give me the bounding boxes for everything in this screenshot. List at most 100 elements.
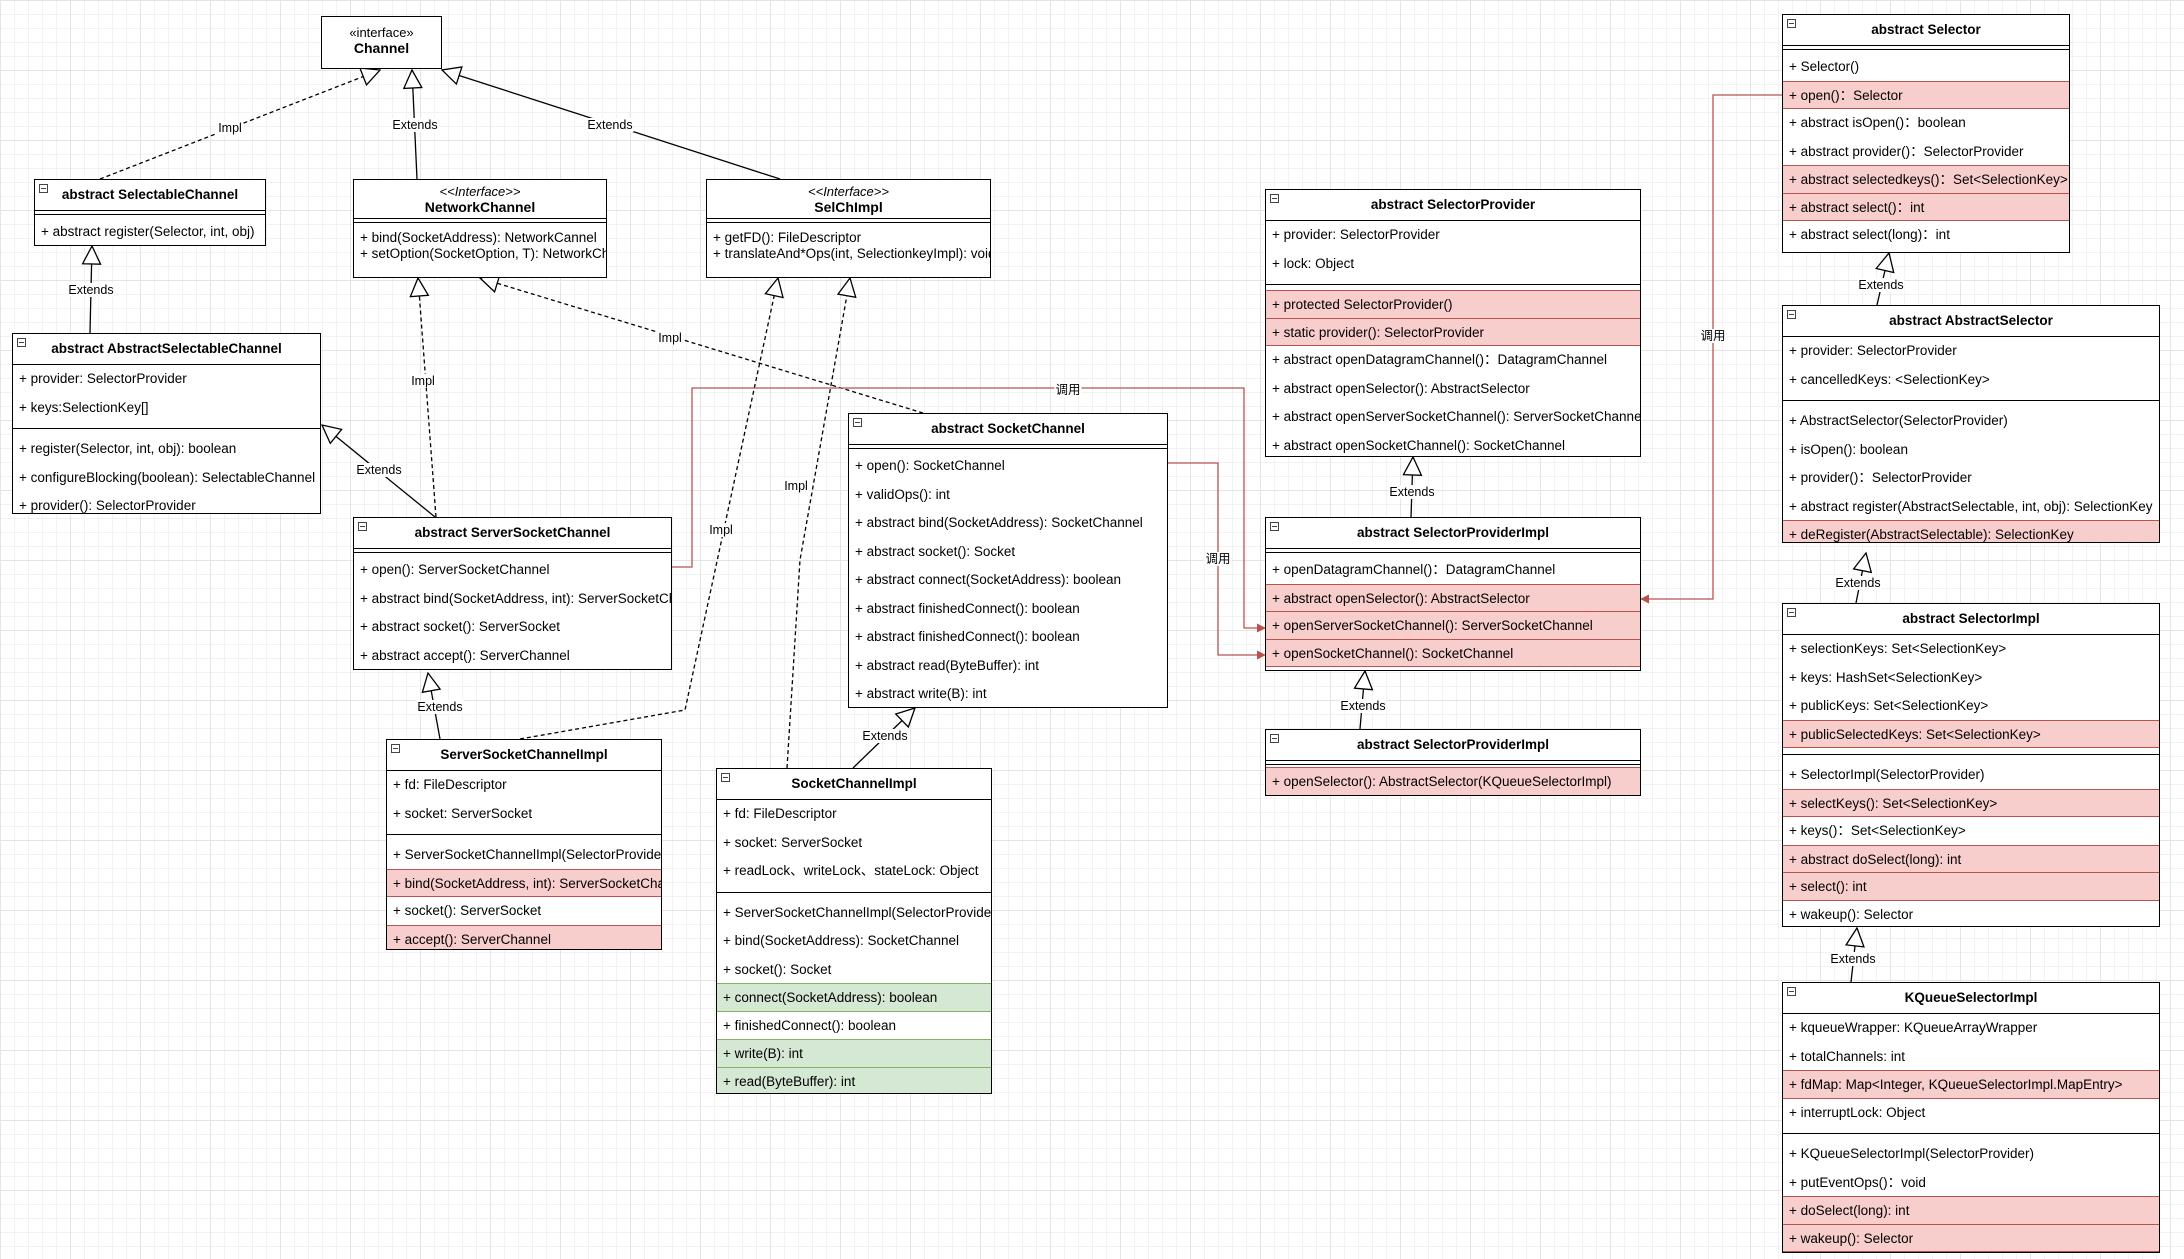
field-text: + interruptLock: Object xyxy=(1789,1104,1926,1120)
server-socket-channel-impl-method-2: + bind(SocketAddress, int): ServerSocket… xyxy=(387,868,661,897)
server-socket-channel-impl-class[interactable]: ServerSocketChannelImpl + fd: FileDescrip… xyxy=(386,739,662,950)
selector-impl-method-3: + keys()：Set<SelectionKey> xyxy=(1783,817,2159,846)
field-text: + cancelledKeys: <SelectionKey> xyxy=(1789,371,1990,387)
selectable-channel-class[interactable]: abstract SelectableChannel + abstract reg… xyxy=(34,179,266,246)
field-text: + socket: ServerSocket xyxy=(723,834,863,850)
edge-label: 调用 xyxy=(1699,329,1727,343)
selector-impl-class[interactable]: abstract SelectorImpl + selectionKeys: Se… xyxy=(1782,603,2160,927)
selector-provider-impl-method-3: + openServerSocketChannel(): ServerSocke… xyxy=(1266,611,1640,640)
method-text: + abstract bind(SocketAddress, int): Ser… xyxy=(360,590,671,606)
collapse-icon[interactable] xyxy=(1787,608,1796,617)
method-text: + register(Selector, int, obj): boolean xyxy=(19,441,237,456)
class-header: <<Interface>> SelChImpl xyxy=(707,180,990,218)
abstract-selector-class[interactable]: abstract AbstractSelector + provider: Sel… xyxy=(1782,305,2160,543)
collapse-icon[interactable] xyxy=(1270,734,1279,743)
selector-impl-method-2: + selectKeys(): Set<SelectionKey> xyxy=(1783,788,2159,817)
abstract-selectable-channel-class[interactable]: abstract AbstractSelectableChannel + prov… xyxy=(12,333,321,514)
selchimpl-class[interactable]: <<Interface>> SelChImpl + getFD(): FileDes… xyxy=(706,179,991,278)
method-text: + keys()：Set<SelectionKey> xyxy=(1789,823,1966,838)
selector-provider-class[interactable]: abstract SelectorProvider + provider: Sel… xyxy=(1265,189,1641,457)
method-text: + KQueueSelectorImpl(SelectorProvider) xyxy=(1789,1146,2034,1161)
collapse-icon[interactable] xyxy=(1787,310,1796,319)
method-text: + read(ByteBuffer): int xyxy=(723,1073,856,1089)
socket-channel-impl-class[interactable]: SocketChannelImpl + fd: FileDescriptor + s… xyxy=(716,768,992,1094)
stereotype: <<Interface>> xyxy=(439,184,521,199)
class-name: abstract SocketChannel xyxy=(931,421,1085,436)
field-text: + kqueueWrapper: KQueueArrayWrapper xyxy=(1789,1020,2038,1035)
collapse-icon[interactable] xyxy=(358,522,367,531)
selector-provider-method-6: + abstract openSocketChannel(): SocketCh… xyxy=(1266,432,1640,457)
method-text: + AbstractSelector(SelectorProvider) xyxy=(1789,413,2008,428)
collapse-icon[interactable] xyxy=(853,418,862,427)
method-text: + provider()：SelectorProvider xyxy=(1789,470,1972,485)
channel-class[interactable]: «interface» Channel xyxy=(321,16,442,69)
section-divider xyxy=(387,834,661,835)
abstract-selectable-channel-method-3: + provider(): SelectorProvider xyxy=(13,492,320,513)
edge-label: Extends xyxy=(1829,952,1877,966)
network-channel-class[interactable]: <<Interface>> NetworkChannel + bind(Socket… xyxy=(353,179,607,278)
field-text: + fd: FileDescriptor xyxy=(723,806,837,821)
collapse-icon[interactable] xyxy=(721,773,730,782)
socket-channel-method-8: + abstract read(ByteBuffer): int xyxy=(849,652,1167,681)
method-text: + openSocketChannel(): SocketChannel xyxy=(1272,645,1514,661)
method-text: + bind(SocketAddress): SocketChannel xyxy=(723,933,960,948)
kqueue-selector-impl-field-4: + interruptLock: Object xyxy=(1783,1099,2159,1128)
field-text: + selectionKeys: Set<SelectionKey> xyxy=(1789,641,2007,656)
class-header: abstract Selector xyxy=(1783,15,2069,45)
method-text: + wakeup(): Selector xyxy=(1789,906,1914,922)
abstract-selector-method-3: + provider()：SelectorProvider xyxy=(1783,464,2159,493)
method-text: + getFD(): FileDescriptor xyxy=(713,230,862,245)
collapse-icon[interactable] xyxy=(1787,19,1796,28)
selector-provider-impl-2-method-1: + openSelector(): AbstractSelector(KQueu… xyxy=(1266,767,1640,795)
class-header: abstract AbstractSelectableChannel xyxy=(13,334,320,364)
socket-channel-method-7: + abstract finishedConnect(): boolean xyxy=(849,623,1167,652)
method-text: + wakeup(): Selector xyxy=(1789,1230,1914,1246)
stereotype: <<Interface>> xyxy=(808,184,889,199)
collapse-icon[interactable] xyxy=(17,338,26,347)
class-name: ServerSocketChannelImpl xyxy=(440,747,608,762)
selector-impl-method-5: + select(): int xyxy=(1783,872,2159,901)
method-text: + translateAnd*Ops(int, SelectionkeyImpl… xyxy=(713,246,991,261)
selector-provider-impl-method-4: + openSocketChannel(): SocketChannel xyxy=(1266,638,1640,667)
collapse-icon[interactable] xyxy=(1787,987,1796,996)
collapse-icon[interactable] xyxy=(1270,194,1279,203)
selector-provider-impl-2-class[interactable]: abstract SelectorProviderImpl + openSelec… xyxy=(1265,729,1641,796)
selector-method-7: + abstract select(long)：int xyxy=(1783,221,2069,250)
server-socket-channel-impl-method-1: + ServerSocketChannelImpl(SelectorProvid… xyxy=(387,841,661,870)
method-text: + socket(): Socket xyxy=(723,961,832,977)
method-text: + abstract openSelector(): AbstractSelec… xyxy=(1272,590,1530,606)
class-header: abstract SelectorProviderImpl xyxy=(1266,730,1640,760)
class-name: abstract SelectorImpl xyxy=(1902,611,2040,626)
class-header: <<Interface>> NetworkChannel xyxy=(354,180,606,218)
method-text: + abstract openSocketChannel(): SocketCh… xyxy=(1272,437,1566,453)
class-header: SocketChannelImpl xyxy=(717,769,991,799)
method-text: + ServerSocketChannelImpl(SelectorProvid… xyxy=(723,904,991,920)
collapse-icon[interactable] xyxy=(1270,522,1279,531)
method-text: + abstract openSelector(): AbstractSelec… xyxy=(1272,380,1530,396)
server-socket-channel-method-2: + abstract bind(SocketAddress, int): Ser… xyxy=(354,585,671,614)
class-header: abstract AbstractSelector xyxy=(1783,306,2159,336)
selector-class[interactable]: abstract Selector + Selector() + open()：Se… xyxy=(1782,14,2070,253)
abstract-selectable-channel-method-1: + register(Selector, int, obj): boolean xyxy=(13,435,320,464)
method-text: + abstract socket(): ServerSocket xyxy=(360,619,560,634)
selector-impl-field-1: + selectionKeys: Set<SelectionKey> xyxy=(1783,635,2159,664)
socket-channel-class[interactable]: abstract SocketChannel + open(): SocketCh… xyxy=(848,413,1168,708)
method-text: + abstract select(long)：int xyxy=(1789,227,1950,242)
kqueue-selector-impl-class[interactable]: KQueueSelectorImpl + kqueueWrapper: KQueu… xyxy=(1782,982,2160,1253)
socket-channel-impl-method-5: + finishedConnect(): boolean xyxy=(717,1012,991,1041)
method-text: + finishedConnect(): boolean xyxy=(723,1017,896,1033)
edge-label: Impl xyxy=(708,523,734,537)
collapse-icon[interactable] xyxy=(39,184,48,193)
class-name: KQueueSelectorImpl xyxy=(1904,990,2038,1005)
method-text: + abstract openServerSocketChannel(): Se… xyxy=(1272,409,1640,424)
method-text: + abstract bind(SocketAddress): SocketCh… xyxy=(855,515,1143,530)
selector-provider-method-2: + static provider(): SelectorProvider xyxy=(1266,317,1640,346)
selector-provider-impl-class[interactable]: abstract SelectorProviderImpl + openDatag… xyxy=(1265,517,1641,671)
class-name: abstract SelectorProviderImpl xyxy=(1356,737,1550,752)
server-socket-channel-class[interactable]: abstract ServerSocketChannel + open(): Se… xyxy=(353,517,672,670)
selector-impl-field-4: + publicSelectedKeys: Set<SelectionKey> xyxy=(1783,719,2159,748)
class-name: abstract SelectorProviderImpl xyxy=(1356,525,1550,540)
field-text: + keys: HashSet<SelectionKey> xyxy=(1789,669,1983,685)
selector-provider-method-4: + abstract openSelector(): AbstractSelec… xyxy=(1266,375,1640,404)
collapse-icon[interactable] xyxy=(391,744,400,753)
